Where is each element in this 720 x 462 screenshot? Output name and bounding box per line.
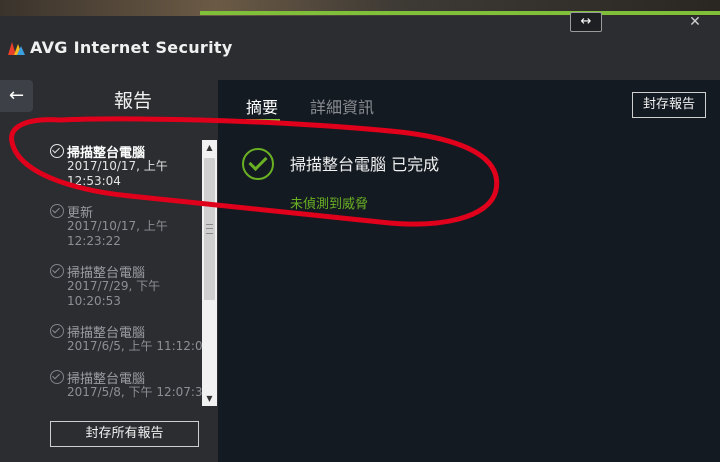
- scan-status-title: 掃描整台電腦 已完成: [290, 155, 440, 174]
- report-time: 2017/7/29, 下午 10:20:53: [67, 279, 161, 308]
- check-circle-icon: [50, 370, 64, 384]
- success-check-icon: [242, 148, 274, 180]
- report-list-scrollbar[interactable]: ▲ ▼: [202, 140, 217, 406]
- check-circle-icon: [50, 324, 64, 338]
- grip-icon: [206, 224, 213, 234]
- back-button[interactable]: ←: [0, 80, 33, 112]
- scrollbar-thumb[interactable]: [204, 158, 215, 300]
- scan-result-text: 未偵測到威脅: [290, 197, 369, 212]
- arrow-left-icon: ←: [8, 85, 25, 106]
- background-photo-strip: [0, 0, 720, 16]
- save-report-button[interactable]: 封存報告: [632, 92, 706, 118]
- report-list: 掃描整台電腦 2017/10/17, 上午 12:53:04 更新 2017/1…: [44, 142, 202, 462]
- scroll-down-arrow-icon[interactable]: ▼: [202, 391, 217, 406]
- report-time: 2017/6/5, 上午 11:12:02: [67, 339, 202, 353]
- tab-details[interactable]: 詳細資訊: [310, 94, 374, 118]
- scroll-up-arrow-icon[interactable]: ▲: [202, 140, 217, 155]
- save-all-reports-button[interactable]: 封存所有報告: [50, 421, 199, 447]
- sidebar-title: 報告: [114, 90, 153, 112]
- report-sidebar: ← 報告 掃描整台電腦 2017/10/17, 上午 12:53:04 更新 2…: [0, 80, 218, 462]
- check-circle-icon: [50, 144, 64, 158]
- avg-logo: [8, 42, 25, 55]
- app-title: AVG Internet Security: [30, 38, 233, 57]
- check-circle-icon: [50, 264, 64, 278]
- tab-summary[interactable]: 摘要: [246, 94, 281, 121]
- title-bar: AVG Internet Security ↔ ✕: [0, 12, 720, 80]
- check-circle-icon: [50, 204, 64, 218]
- accent-line: [200, 11, 720, 15]
- report-time: 2017/10/17, 上午 12:23:22: [67, 219, 168, 248]
- close-button[interactable]: ✕: [684, 14, 706, 30]
- report-time: 2017/10/17, 上午 12:53:04: [67, 159, 168, 188]
- resize-button[interactable]: ↔: [570, 12, 602, 32]
- report-detail-panel: 摘要 詳細資訊 封存報告 掃描整台電腦 已完成 未偵測到威脅: [218, 80, 720, 462]
- report-time: 2017/5/8, 下午 12:07:34: [67, 385, 202, 399]
